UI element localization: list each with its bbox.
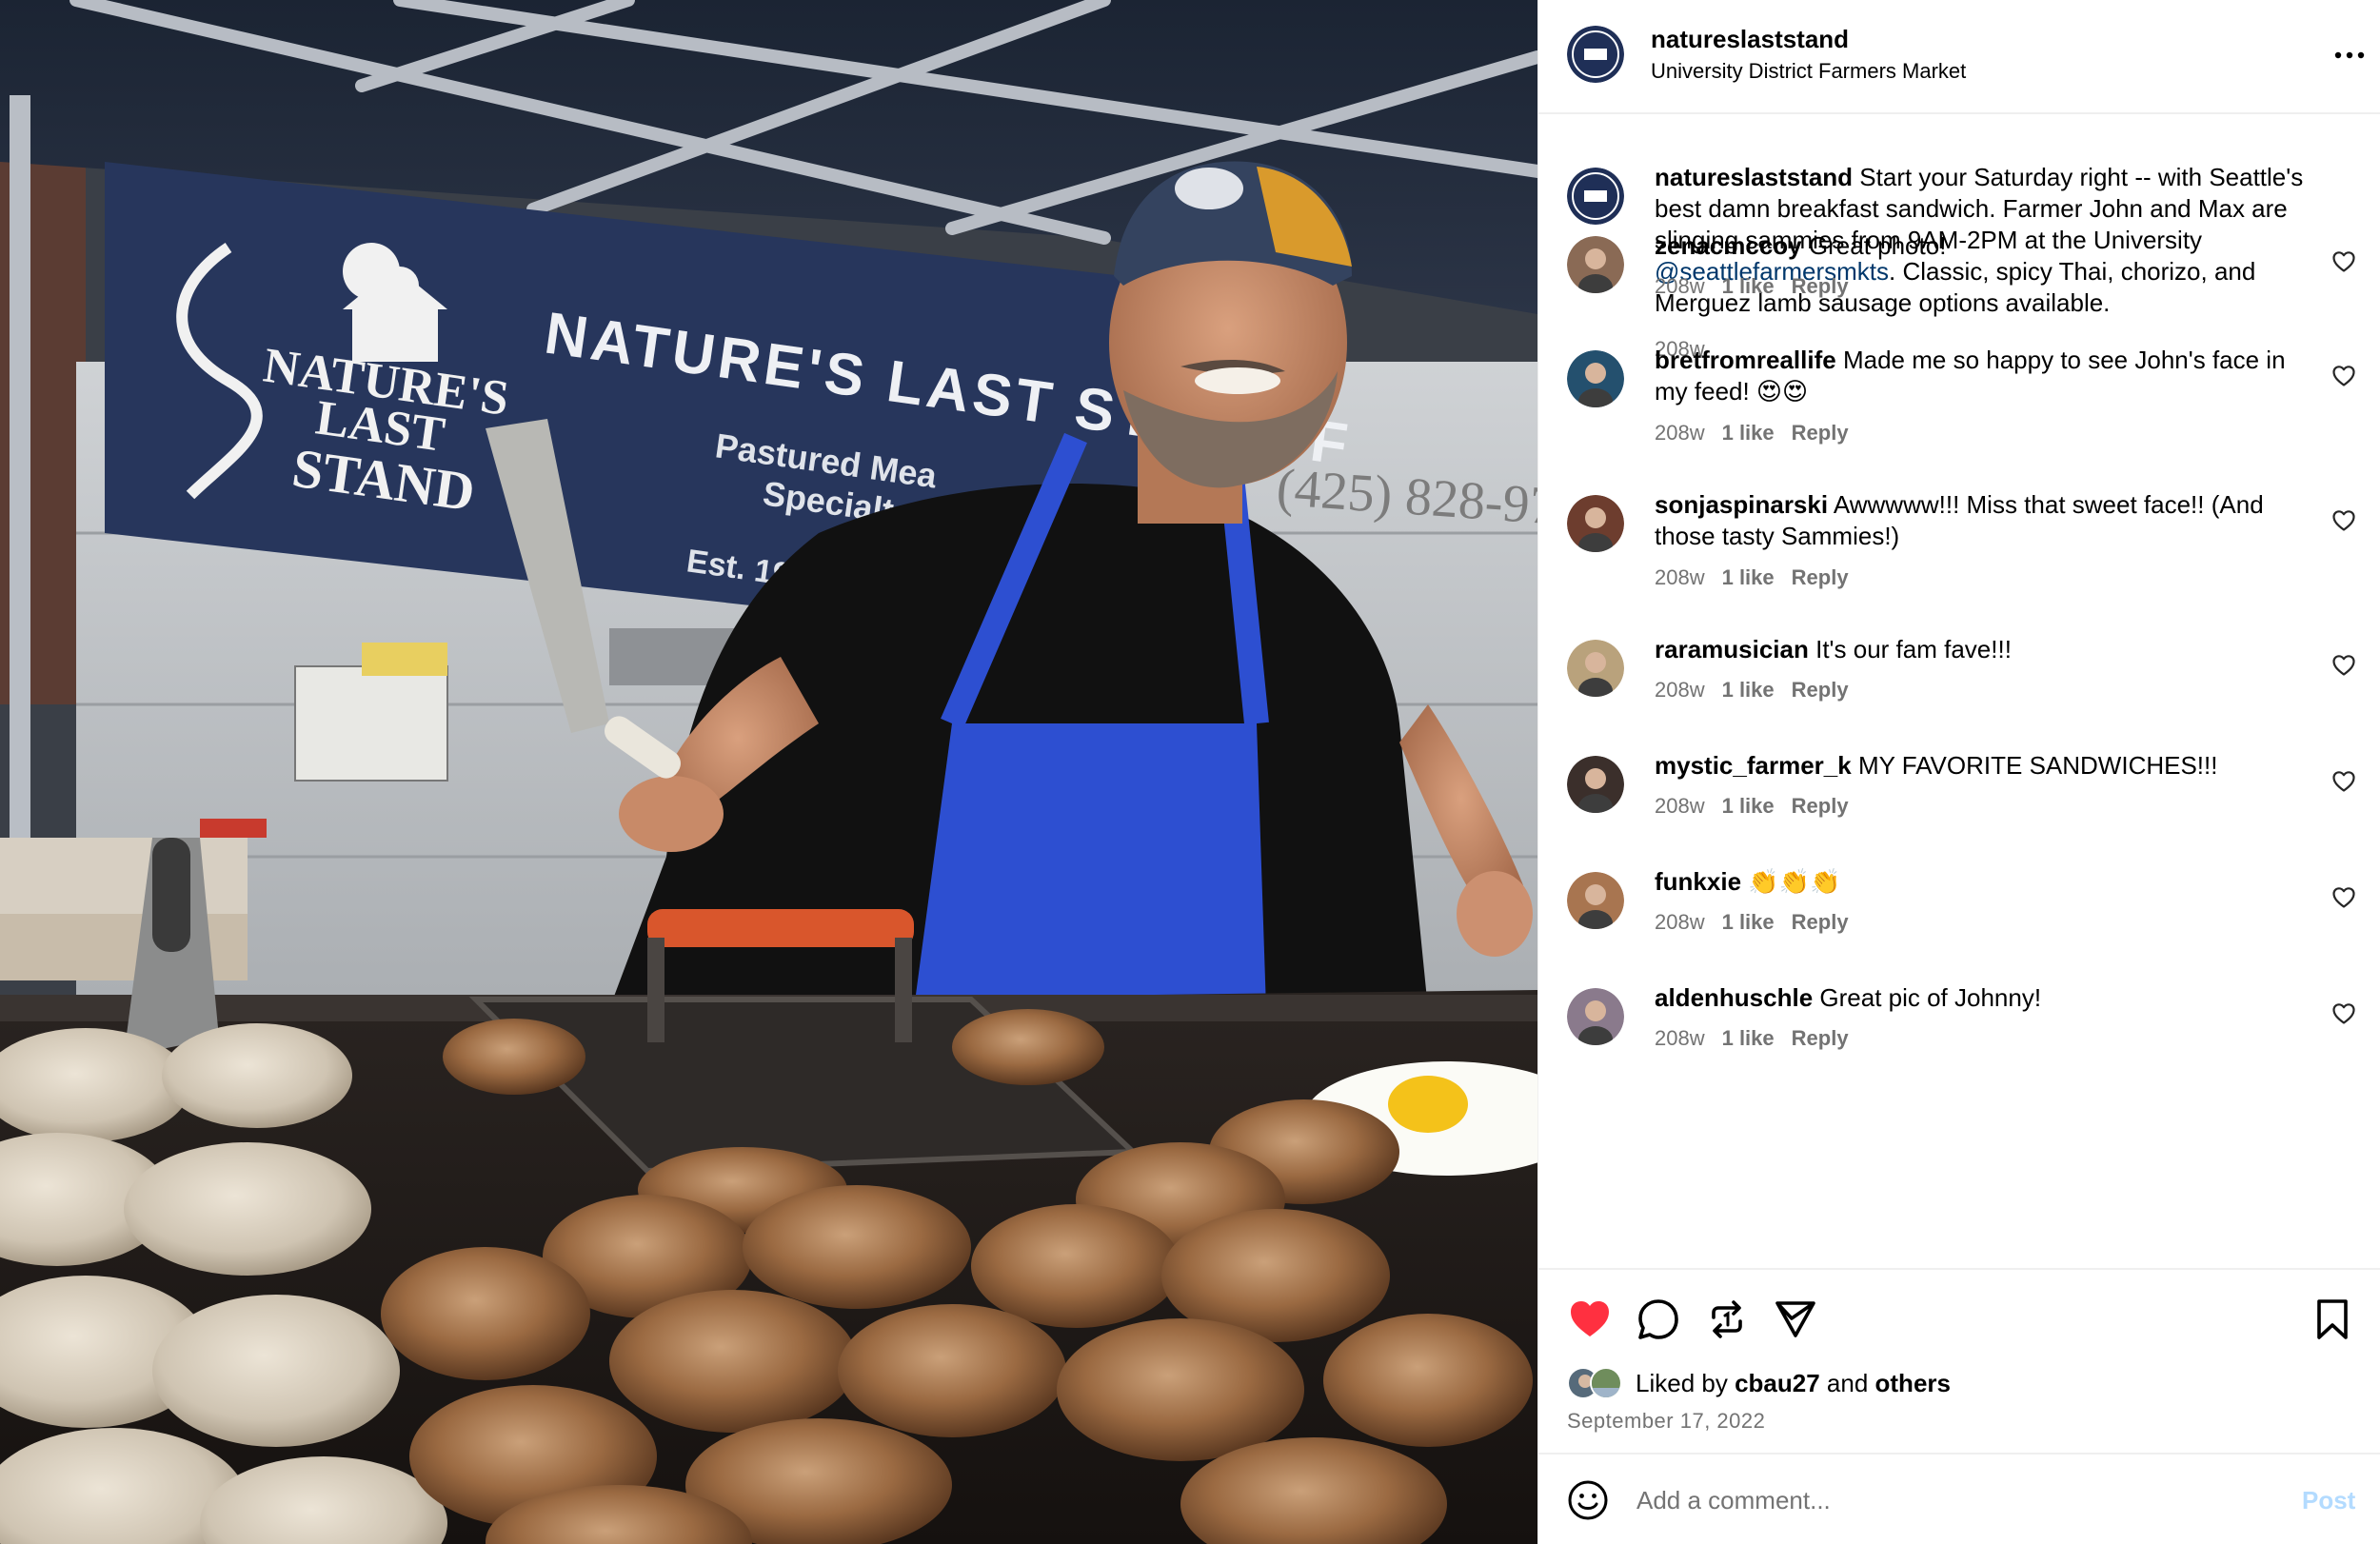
comment-reply-button[interactable]: Reply (1792, 565, 1849, 589)
commenter-avatar[interactable] (1567, 640, 1624, 697)
post-comment-button[interactable]: Post (2302, 1486, 2355, 1515)
comment-bubble-icon[interactable] (1636, 1297, 1681, 1342)
comment-likes-count[interactable]: 1 like (1722, 421, 1775, 445)
comment-like-heart-icon[interactable] (2331, 885, 2356, 910)
comment-text: MY FAVORITE SANDWICHES!!! (1857, 751, 2218, 780)
comment-like-heart-icon[interactable] (2331, 364, 2356, 388)
comment-username[interactable]: zenacmccoy (1655, 231, 1802, 260)
comment-text: Great pic of Johnny! (1819, 983, 2042, 1012)
comment-meta: 208w 1 like Reply (1655, 1026, 1866, 1051)
comment-reply-button[interactable]: Reply (1792, 678, 1849, 702)
comment-likes-count[interactable]: 1 like (1722, 1026, 1775, 1050)
comment-age: 208w (1655, 1026, 1705, 1050)
comment-text: Great photo! (1808, 231, 1947, 260)
comment-age: 208w (1655, 910, 1705, 934)
comment-item: sonjaspinarski Awwwww!!! Miss that sweet… (1538, 490, 2380, 628)
post-date[interactable]: September 17, 2022 (1567, 1409, 1765, 1434)
comment-text-block: bretfromreallife Made me so happy to see… (1655, 345, 2321, 407)
comment-meta: 208w 1 like Reply (1655, 421, 1866, 445)
commenter-avatar[interactable] (1567, 495, 1624, 552)
comment-reply-button[interactable]: Reply (1792, 274, 1849, 298)
comments-section[interactable]: natureslaststand Start your Saturday rig… (1538, 114, 2380, 1268)
comment-likes-count[interactable]: 1 like (1722, 678, 1775, 702)
more-horizontal-icon[interactable] (2330, 36, 2369, 74)
caption-username[interactable]: natureslaststand (1655, 163, 1853, 191)
comment-meta: 208w 1 like Reply (1655, 274, 1866, 299)
comment-like-heart-icon[interactable] (2331, 1001, 2356, 1026)
comment-item: zenacmccoy Great photo! 208w 1 like Reply (1538, 231, 2380, 341)
comment-likes-count[interactable]: 1 like (1722, 910, 1775, 934)
comment-likes-count[interactable]: 1 like (1722, 274, 1775, 298)
comment-like-heart-icon[interactable] (2331, 249, 2356, 274)
comment-reply-button[interactable]: Reply (1792, 421, 1849, 445)
comment-username[interactable]: raramusician (1655, 635, 1809, 663)
comment-meta: 208w 1 like Reply (1655, 910, 1866, 935)
comment-likes-count[interactable]: 1 like (1722, 794, 1775, 818)
comment-text-block: sonjaspinarski Awwwww!!! Miss that sweet… (1655, 489, 2321, 552)
comment-text-block: mystic_farmer_k MY FAVORITE SANDWICHES!!… (1655, 750, 2321, 782)
comment-like-heart-icon[interactable] (2331, 653, 2356, 678)
comment-username[interactable]: mystic_farmer_k (1655, 751, 1852, 780)
post-header: natureslaststand University District Far… (1538, 0, 2380, 114)
commenter-avatar[interactable] (1567, 350, 1624, 407)
comment-text-block: funkxie 👏👏👏 (1655, 866, 2321, 898)
comment-age: 208w (1655, 274, 1705, 298)
post-actions: Liked by cbau27 and others September 17,… (1538, 1268, 2380, 1453)
comment-username[interactable]: funkxie (1655, 867, 1741, 896)
comment-text-block: raramusician It's our fam fave!!! (1655, 634, 2321, 665)
commenter-avatar[interactable] (1567, 756, 1624, 813)
liked-by-text: Liked by cbau27 and others (1636, 1369, 1951, 1398)
comment-item: aldenhuschle Great pic of Johnny! 208w 1 l… (1538, 983, 2380, 1093)
add-comment-bar: Post (1538, 1453, 2380, 1544)
commenter-avatar[interactable] (1567, 988, 1624, 1045)
share-send-icon[interactable] (1773, 1297, 1818, 1342)
comment-meta: 208w 1 like Reply (1655, 794, 1866, 819)
comment-age: 208w (1655, 794, 1705, 818)
liker-avatar (1590, 1367, 1622, 1399)
post-details-panel: natureslaststand University District Far… (1537, 0, 2380, 1544)
like-heart-icon[interactable] (1567, 1297, 1613, 1342)
post-photo[interactable]: (425) 828-973 NATURE'S LAST STAND NATURE… (0, 0, 1537, 1544)
comment-text: 👏👏👏 (1748, 867, 1841, 896)
comment-text-block: aldenhuschle Great pic of Johnny! (1655, 982, 2321, 1014)
post-author-username[interactable]: natureslaststand (1651, 25, 1849, 54)
liked-by-mid: and (1819, 1369, 1875, 1397)
profile-avatar[interactable] (1567, 26, 1624, 83)
commenter-avatar[interactable] (1567, 236, 1624, 293)
comment-age: 208w (1655, 421, 1705, 445)
comment-username[interactable]: sonjaspinarski (1655, 490, 1828, 519)
commenter-avatar[interactable] (1567, 872, 1624, 929)
comment-reply-button[interactable]: Reply (1792, 1026, 1849, 1050)
comment-like-heart-icon[interactable] (2331, 508, 2356, 533)
comment-input[interactable] (1636, 1479, 2208, 1521)
comment-text: It's our fam fave!!! (1815, 635, 2012, 663)
comment-reply-button[interactable]: Reply (1792, 794, 1849, 818)
comment-username[interactable]: aldenhuschle (1655, 983, 1813, 1012)
comment-age: 208w (1655, 565, 1705, 589)
liked-by-others-link[interactable]: others (1875, 1369, 1951, 1397)
caption-avatar[interactable] (1567, 168, 1624, 225)
comment-text-block: zenacmccoy Great photo! (1655, 230, 2321, 262)
comment-like-heart-icon[interactable] (2331, 769, 2356, 794)
comment-meta: 208w 1 like Reply (1655, 565, 1866, 590)
comment-reply-button[interactable]: Reply (1792, 910, 1849, 934)
save-bookmark-icon[interactable] (2310, 1297, 2355, 1342)
emoji-icon[interactable] (1567, 1479, 1609, 1521)
comment-likes-count[interactable]: 1 like (1722, 565, 1775, 589)
comment-item: bretfromreallife Made me so happy to see… (1538, 346, 2380, 484)
liked-by-prefix: Liked by (1636, 1369, 1735, 1397)
comment-item: funkxie 👏👏👏 208w 1 like Reply (1538, 867, 2380, 977)
post-location[interactable]: University District Farmers Market (1651, 59, 1966, 84)
liked-by-user-link[interactable]: cbau27 (1735, 1369, 1820, 1397)
repost-icon[interactable] (1704, 1297, 1750, 1342)
comment-item: mystic_farmer_k MY FAVORITE SANDWICHES!!… (1538, 751, 2380, 861)
comment-item: raramusician It's our fam fave!!! 208w 1 l… (1538, 635, 2380, 744)
comment-age: 208w (1655, 678, 1705, 702)
comment-username[interactable]: bretfromreallife (1655, 346, 1836, 374)
comment-meta: 208w 1 like Reply (1655, 678, 1866, 703)
